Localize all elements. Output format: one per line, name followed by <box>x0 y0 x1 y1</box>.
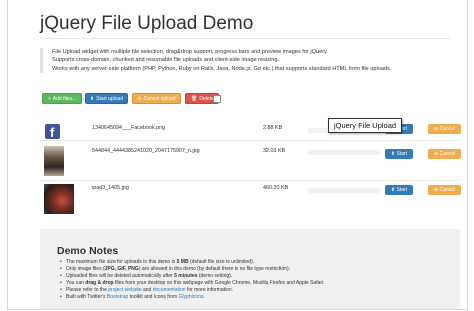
select-all-checkbox[interactable] <box>213 95 221 103</box>
photo-thumbnail <box>44 146 64 176</box>
list-item: Please refer to the project website and … <box>60 287 325 294</box>
cancel-button[interactable]: ⊘ Cancel <box>428 185 461 195</box>
list-item: Only image files (JPG, GIF, PNG) are all… <box>60 266 325 273</box>
documentation-link[interactable]: documentation <box>153 287 186 293</box>
plus-icon: + <box>47 96 51 102</box>
file-size: 32.03 KB <box>263 148 286 154</box>
demo-notes-panel: Demo Notes The maximum file size for upl… <box>40 229 460 309</box>
list-item: Built with Twitter's Bootstrap toolkit a… <box>60 294 325 301</box>
svg-text:f: f <box>50 125 55 139</box>
start-button[interactable]: ⬆ Start <box>385 185 413 195</box>
progress-bar <box>308 150 380 155</box>
cancel-button[interactable]: ⊘ Cancel <box>428 124 461 134</box>
description-line: Supports cross-domain, chunked and resum… <box>52 57 279 64</box>
start-button[interactable]: ⬆ Start <box>385 149 413 159</box>
photo-thumbnail <box>44 184 74 214</box>
table-row: 544844_4444385241020_2047175907_n.jpg 32… <box>40 140 461 179</box>
file-size: 460.20 KB <box>263 185 289 191</box>
tooltip: jQuery File Upload <box>328 118 402 133</box>
list-item: The maximum file size for uploads in thi… <box>60 259 325 266</box>
file-name: 544844_4444385241020_2047175907_n.jpg <box>92 148 200 154</box>
description-line: Works with any server-side platform (PHP… <box>52 65 392 72</box>
cancel-button[interactable]: ⊘ Cancel <box>428 149 461 159</box>
cancel-upload-button[interactable]: ⊘ Cancel upload <box>132 93 181 104</box>
file-name: 1340645094___Facebook.png <box>92 125 166 131</box>
notes-list: The maximum file size for uploads in thi… <box>60 259 325 302</box>
page-frame: jQuery File Upload Demo File Upload widg… <box>7 0 468 310</box>
title-divider <box>40 38 450 39</box>
project-website-link[interactable]: project website <box>108 287 141 293</box>
progress-bar <box>308 188 380 193</box>
table-row: ipad3_1405.jpg 460.20 KB ⬆ Start ⊘ Cance… <box>40 180 461 219</box>
bootstrap-link[interactable]: Bootstrap <box>107 294 128 300</box>
start-upload-button[interactable]: ⬆ Start upload <box>85 93 128 104</box>
file-size: 2.88 KB <box>263 125 283 131</box>
add-files-button[interactable]: + Add files... <box>42 93 82 104</box>
file-name: ipad3_1405.jpg <box>92 185 129 191</box>
list-item: You can drag & drop files from your desk… <box>60 280 325 287</box>
list-item: Uploaded files will be deleted automatic… <box>60 273 325 280</box>
cancel-icon: ⊘ <box>137 96 142 102</box>
page-title: jQuery File Upload Demo <box>40 13 254 34</box>
description-block: File Upload widget with multiple file se… <box>40 48 462 74</box>
upload-icon: ⬆ <box>89 96 95 102</box>
description-line: File Upload widget with multiple file se… <box>52 49 328 55</box>
trash-icon: 🗑 <box>191 96 198 102</box>
notes-title: Demo Notes <box>57 245 119 257</box>
glyphicons-link[interactable]: Glyphicons <box>179 294 204 300</box>
facebook-icon: f <box>45 124 60 139</box>
